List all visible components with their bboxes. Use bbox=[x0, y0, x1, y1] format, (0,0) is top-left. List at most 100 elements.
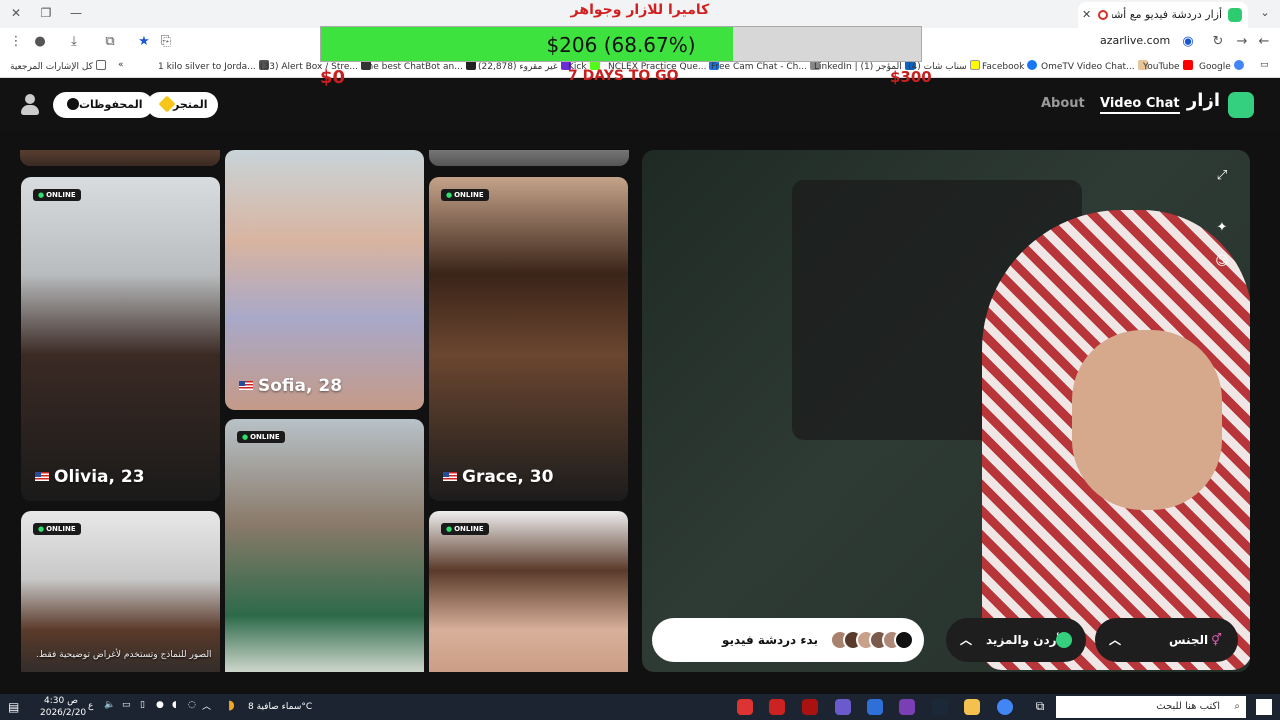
face-filter-icon[interactable]: ☺ bbox=[1214, 254, 1230, 270]
menu-icon[interactable]: ⋮ bbox=[8, 34, 24, 50]
profile-avatar-icon[interactable]: ● bbox=[32, 34, 48, 50]
screenshot-icon[interactable]: ⎘ bbox=[158, 34, 174, 50]
us-flag-icon bbox=[443, 472, 457, 481]
overlay-title: كاميرا للازار وجواهر bbox=[570, 2, 710, 18]
weather-text[interactable]: سماء صافية 8°C bbox=[248, 702, 312, 712]
download-icon[interactable]: ⤓ bbox=[66, 34, 82, 50]
clock-date[interactable]: 2026/2/20 bbox=[40, 708, 86, 718]
network-icon[interactable]: ▭ bbox=[122, 700, 131, 710]
donation-goal-bar: $206 (68.67%) bbox=[320, 26, 922, 62]
video-panel: ⤢ ✦ ☺ بدء دردشة فيديو ︿ الأردن والمزيد ︿… bbox=[642, 150, 1250, 672]
input-language[interactable]: ع bbox=[88, 701, 93, 711]
store-icon[interactable] bbox=[867, 699, 883, 715]
nav-video-chat[interactable]: Video Chat bbox=[1100, 96, 1180, 114]
profile-card-4[interactable]: ONLINE bbox=[21, 511, 220, 672]
goal-target-amount: $300 bbox=[890, 68, 932, 86]
url-text[interactable]: azarlive.com bbox=[1100, 34, 1170, 47]
steam-icon[interactable] bbox=[932, 699, 948, 715]
chevron-up-icon: ︿ bbox=[960, 633, 973, 647]
battery-icon[interactable]: ▯ bbox=[140, 700, 145, 710]
close-tab-icon[interactable]: ✕ bbox=[1082, 2, 1091, 28]
bookmark-silver[interactable]: 1 kilo silver to Jorda... bbox=[158, 60, 269, 72]
online-badge: ONLINE bbox=[33, 523, 81, 535]
profile-grid: ONLINE Olivia, 23 Sofia, 28 ONLINE Grace… bbox=[20, 150, 630, 672]
bookmark-star-icon[interactable]: ★ bbox=[136, 34, 152, 50]
chevron-up-icon: ︿ bbox=[1109, 633, 1122, 647]
bookmark-ometv[interactable]: OmeTV Video Chat... bbox=[1041, 60, 1148, 72]
face bbox=[1072, 330, 1222, 510]
gender-icon: ⚥ bbox=[1211, 633, 1222, 647]
speaker-icon[interactable]: ◖ bbox=[172, 700, 177, 710]
profile-card-grace[interactable]: ONLINE Grace, 30 bbox=[429, 177, 628, 501]
back-icon[interactable]: ← bbox=[1256, 34, 1272, 50]
expand-icon[interactable]: ⤢ bbox=[1214, 168, 1230, 184]
facebook-icon bbox=[1027, 60, 1038, 70]
app-icon[interactable] bbox=[899, 699, 915, 715]
tray-app-icon[interactable]: ◌ bbox=[188, 700, 196, 710]
start-button-icon[interactable] bbox=[1256, 699, 1272, 715]
globe-icon bbox=[1056, 632, 1072, 648]
folder-icon bbox=[95, 60, 106, 70]
bookmarks-folder-icon[interactable]: ▭ bbox=[1260, 60, 1269, 70]
clock-icon bbox=[67, 98, 79, 110]
azar-logo-icon[interactable] bbox=[1228, 92, 1254, 118]
show-hidden-icons[interactable]: ︿ bbox=[202, 699, 211, 712]
bookmark-facebook[interactable]: Facebook bbox=[982, 60, 1038, 72]
profile-name: Grace, 30 bbox=[443, 467, 553, 487]
file-explorer-icon[interactable] bbox=[964, 699, 980, 715]
taskbar-search-box[interactable]: اكتب هنا للبحث ⌕ bbox=[1056, 696, 1246, 718]
minimize-window-icon[interactable]: — bbox=[66, 4, 86, 22]
us-flag-icon bbox=[239, 381, 253, 390]
youtube-icon bbox=[1182, 60, 1193, 70]
task-view-icon[interactable]: ⧉ bbox=[1032, 699, 1048, 715]
bookmark-all[interactable]: كل الإشارات المرجعية bbox=[10, 60, 106, 72]
profile-card-olivia[interactable]: ONLINE Olivia, 23 bbox=[21, 177, 220, 501]
site-favicon-icon bbox=[1228, 8, 1242, 22]
restore-window-icon[interactable]: ❐ bbox=[36, 4, 56, 22]
gender-label: الجنس bbox=[1169, 633, 1209, 647]
notifications-icon[interactable]: ▤ bbox=[8, 700, 19, 714]
microphone-icon[interactable]: ● bbox=[156, 700, 164, 710]
bookmark-overflow-icon[interactable]: « bbox=[118, 60, 124, 70]
bookmark-youtube[interactable]: YouTube bbox=[1143, 60, 1193, 72]
nav-about[interactable]: About bbox=[1041, 96, 1085, 111]
profile-card-sofia[interactable]: Sofia, 28 bbox=[225, 150, 424, 410]
logo-text[interactable]: ازار bbox=[1187, 90, 1220, 111]
gender-filter-button[interactable]: ︿ الجنس ⚥ bbox=[1095, 618, 1238, 662]
recording-icon bbox=[1098, 10, 1108, 20]
user-avatar-icon[interactable] bbox=[20, 94, 40, 116]
profile-card-partial bbox=[429, 150, 629, 166]
profile-card-5[interactable]: ONLINE bbox=[225, 419, 424, 672]
app-icon[interactable] bbox=[835, 699, 851, 715]
saved-button[interactable]: المحفوظات bbox=[53, 92, 153, 118]
close-window-icon[interactable]: ✕ bbox=[6, 4, 26, 22]
extensions-icon[interactable]: ⧉ bbox=[102, 34, 118, 50]
active-tab[interactable]: ✕ أزار دردشة فيديو مع أشخاص bbox=[1078, 2, 1248, 28]
profile-card-partial bbox=[20, 150, 220, 166]
forward-icon[interactable]: → bbox=[1234, 34, 1250, 50]
recent-avatars bbox=[830, 618, 916, 662]
goal-days-left: 7 DAYS TO GO bbox=[568, 68, 679, 84]
windows-taskbar: ▤ 4:30 ص 2026/2/20 ع 🔈 ▭ ▯ ● ◖ ◌ ︿ ◗ سما… bbox=[0, 694, 1280, 720]
bookmark-google[interactable]: Google bbox=[1199, 60, 1244, 72]
profile-card-6[interactable]: ONLINE bbox=[429, 511, 628, 672]
reload-icon[interactable]: ↻ bbox=[1210, 34, 1226, 50]
chrome-icon[interactable] bbox=[997, 699, 1013, 715]
volume-icon[interactable]: 🔈 bbox=[104, 700, 115, 710]
site-info-icon[interactable]: ◉ bbox=[1180, 34, 1196, 50]
tab-search-icon[interactable]: ⌄ bbox=[1256, 4, 1274, 22]
start-video-chat-button[interactable]: بدء دردشة فيديو bbox=[652, 618, 924, 662]
weather-icon: ◗ bbox=[228, 698, 235, 713]
browser-tab-bar: ✕ ❐ — كاميرا للازار وجواهر + ✕ أزار دردش… bbox=[0, 0, 1280, 28]
search-icon: ⌕ bbox=[1234, 701, 1240, 712]
photo-disclaimer: الصور للنماذج وتستخدم لأغراض توضيحية فقط… bbox=[36, 650, 212, 660]
snapchat-icon bbox=[969, 60, 980, 70]
app-icon[interactable] bbox=[737, 699, 753, 715]
store-button[interactable]: المتجر bbox=[147, 92, 218, 118]
clock-time[interactable]: 4:30 ص bbox=[44, 696, 78, 706]
app-icon[interactable] bbox=[769, 699, 785, 715]
magic-wand-icon[interactable]: ✦ bbox=[1214, 220, 1230, 236]
opera-icon[interactable] bbox=[802, 699, 818, 715]
profile-name: Olivia, 23 bbox=[35, 467, 145, 487]
country-filter-button[interactable]: ︿ الأردن والمزيد bbox=[946, 618, 1086, 662]
